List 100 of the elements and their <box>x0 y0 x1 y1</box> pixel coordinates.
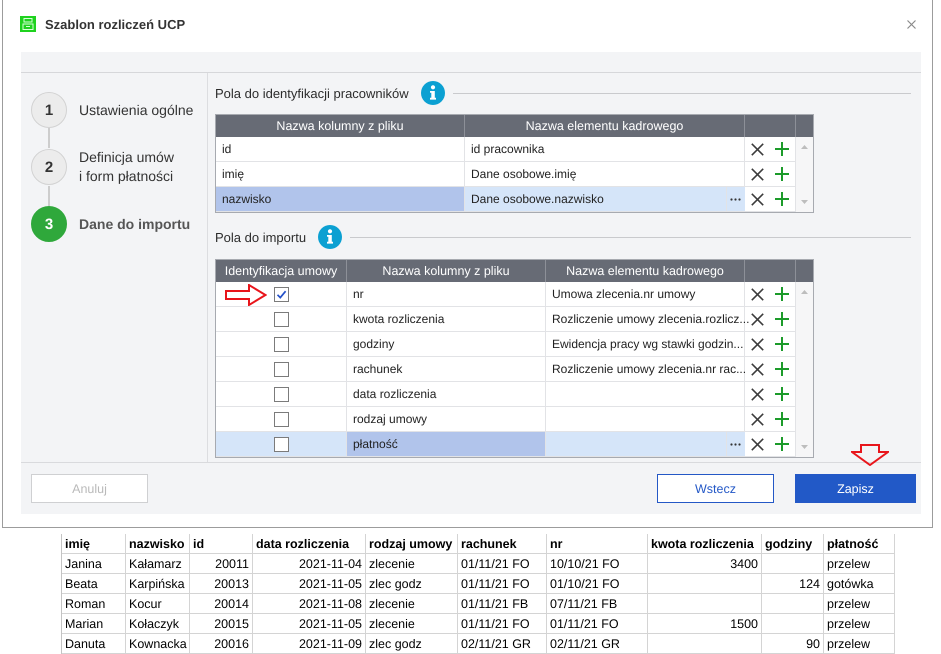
plus-icon[interactable] <box>775 167 789 181</box>
table-cell: rachunek <box>347 357 546 382</box>
table-cell <box>762 554 824 574</box>
back-button[interactable]: Wstecz <box>657 474 774 503</box>
table-cell: Umowa zlecenia.nr umowy <box>546 282 745 307</box>
table-cell: data rozliczenia <box>347 382 546 407</box>
table-cell: Roman <box>62 594 126 614</box>
table-cell: Rozliczenie umowy zlecenia.nr rac... <box>546 357 745 382</box>
checkbox[interactable] <box>274 336 288 352</box>
cross-icon[interactable] <box>751 438 764 450</box>
checkbox[interactable] <box>274 286 288 302</box>
close-icon[interactable] <box>907 20 916 28</box>
table-cell: 20013 <box>190 574 253 594</box>
table-cell: 01/11/21 FO <box>458 574 547 594</box>
table-cell: zlecenie <box>366 614 458 634</box>
table-cell: 124 <box>762 574 824 594</box>
table-cell: Kołaczyk <box>126 614 190 634</box>
table-cell: przelew <box>824 614 895 634</box>
table-cell: kwota rozliczenia <box>347 307 546 332</box>
cross-icon[interactable] <box>751 338 764 350</box>
table-cell: Danuta <box>62 634 126 654</box>
table-cell: 1500 <box>648 614 762 634</box>
app-icon <box>20 16 36 32</box>
table-cell: Karpińska <box>126 574 190 594</box>
column-header: nr <box>547 534 648 554</box>
table-cell: 2021-11-05 <box>253 574 366 594</box>
plus-icon[interactable] <box>775 337 789 351</box>
column-header: kwota rozliczenia <box>648 534 762 554</box>
section-title: Pola do identyfikacji pracowników <box>215 86 409 100</box>
checkbox[interactable] <box>274 436 288 452</box>
plus-icon[interactable] <box>775 437 789 451</box>
plus-icon[interactable] <box>775 287 789 301</box>
cross-icon[interactable] <box>751 142 764 156</box>
checkbox[interactable] <box>274 312 288 326</box>
table-cell: Kocur <box>126 594 190 614</box>
table-cell: Marian <box>62 614 126 634</box>
checkbox[interactable] <box>274 386 288 402</box>
table-cell: 01/11/21 FO <box>458 614 547 634</box>
cross-icon[interactable] <box>751 412 764 426</box>
table-cell: Kownacka <box>126 634 190 654</box>
column-header: data rozliczenia <box>253 534 366 554</box>
table-cell: godziny <box>347 332 546 357</box>
column-header: Nazwa elementu kadrowego <box>465 115 745 137</box>
table-cell: 10/10/21 FO <box>547 554 648 574</box>
step-number: 1 <box>31 92 67 128</box>
table-cell: 01/11/21 FB <box>458 594 547 614</box>
table-cell: 2021-11-04 <box>253 554 366 574</box>
table-cell: id pracownika <box>465 137 745 162</box>
table-cell: zlecenie <box>366 554 458 574</box>
section-title: Pola do importu <box>215 230 306 244</box>
table-cell: Janina <box>62 554 126 574</box>
table-cell: przelew <box>824 554 895 574</box>
plus-icon[interactable] <box>775 362 789 376</box>
window-title: Szablon rozliczeń UCP <box>45 16 186 32</box>
step-label: Definicja umów i form płatności <box>79 148 174 186</box>
column-header: id <box>190 534 253 554</box>
table-cell: 3400 <box>648 554 762 574</box>
info-icon[interactable] <box>420 81 445 105</box>
plus-icon[interactable] <box>775 142 789 156</box>
step-label: Ustawienia ogólne <box>79 100 194 120</box>
column-header: imię <box>62 534 126 554</box>
checkbox[interactable] <box>274 412 288 426</box>
cross-icon[interactable] <box>751 362 764 376</box>
cross-icon[interactable] <box>751 312 764 326</box>
column-header: Identyfikacja umowy <box>216 260 347 282</box>
table-cell: Kałamarz <box>126 554 190 574</box>
column-header: Nazwa kolumny z pliku <box>347 260 546 282</box>
plus-icon[interactable] <box>775 387 789 401</box>
plus-icon[interactable] <box>775 312 789 326</box>
table-cell: zlecenie <box>366 594 458 614</box>
table-cell: zlec godz <box>366 634 458 654</box>
plus-icon[interactable] <box>775 412 789 426</box>
table-cell: przelew <box>824 634 895 654</box>
save-button[interactable]: Zapisz <box>795 474 916 503</box>
column-header: godziny <box>762 534 824 554</box>
step-label: Dane do importu <box>79 214 190 234</box>
ellipsis-icon[interactable] <box>727 432 745 456</box>
column-header: Nazwa elementu kadrowego <box>546 260 745 282</box>
cross-icon[interactable] <box>751 192 764 206</box>
plus-icon[interactable] <box>775 192 789 206</box>
table-cell: płatność <box>347 432 546 457</box>
cross-icon[interactable] <box>751 388 764 400</box>
checkbox[interactable] <box>274 362 288 376</box>
table-cell: 01/11/21 FO <box>547 614 648 634</box>
step-number: 3 <box>31 206 67 242</box>
table-cell <box>762 614 824 634</box>
column-header: Nazwa kolumny z pliku <box>216 115 465 137</box>
table-cell: Dane osobowe.nazwisko <box>465 187 727 212</box>
table-cell: 20011 <box>190 554 253 574</box>
table-cell: 20015 <box>190 614 253 634</box>
table-cell: nazwisko <box>216 187 465 212</box>
info-icon[interactable] <box>318 225 342 249</box>
cross-icon[interactable] <box>751 288 764 300</box>
cross-icon[interactable] <box>751 168 764 180</box>
table-cell: 2021-11-09 <box>253 634 366 654</box>
table-cell <box>762 594 824 614</box>
table-cell: id <box>216 137 465 162</box>
table-cell: 02/11/21 GR <box>458 634 547 654</box>
ellipsis-icon[interactable] <box>727 187 745 211</box>
table-cell: zlec godz <box>366 574 458 594</box>
